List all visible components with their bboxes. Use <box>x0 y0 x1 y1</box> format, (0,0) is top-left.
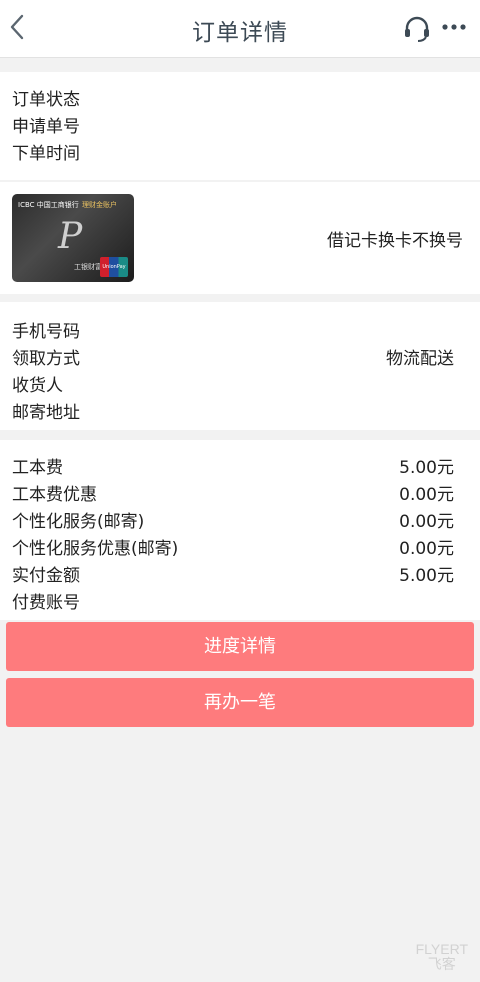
card-sub-text: 工银财富 <box>74 263 102 271</box>
fee-discount-value: 0.00元 <box>399 485 454 505</box>
card-tag: 理财金账户 <box>82 201 117 209</box>
fee-label: 工本费 <box>12 458 63 478</box>
delivery-method-label: 领取方式 <box>12 349 80 369</box>
bank-card-image: ICBC 中国工商银行 理财金账户 P 工银财富 UnionPay 银联 <box>12 194 134 282</box>
card-script-logo: P <box>58 216 83 257</box>
unionpay-logo: UnionPay 银联 <box>100 257 128 277</box>
more-dots-icon[interactable] <box>440 14 468 42</box>
delivery-method-value: 物流配送 <box>386 349 454 369</box>
fee-section: 工本费 5.00元 工本费优惠 0.00元 个性化服务(邮寄) 0.00元 个性… <box>0 440 480 620</box>
apply-again-button[interactable]: 再办一笔 <box>6 678 474 727</box>
flyert-watermark: FLYERT 飞客 <box>416 942 468 972</box>
payment-account-label: 付费账号 <box>12 593 80 613</box>
personal-service-discount-label: 个性化服务优惠(邮寄) <box>12 539 179 559</box>
recipient-label: 收货人 <box>12 376 63 396</box>
fee-value: 5.00元 <box>399 458 454 478</box>
nav-bar: 订单详情 <box>0 0 480 58</box>
order-status-label: 订单状态 <box>12 90 80 110</box>
watermark-line1: FLYERT <box>415 941 468 957</box>
card-description: 借记卡换卡不换号 <box>327 231 463 251</box>
delivery-section: 手机号码 领取方式 物流配送 收货人 邮寄地址 <box>0 302 480 430</box>
headset-icon[interactable] <box>402 14 432 44</box>
fee-discount-label: 工本费优惠 <box>12 485 97 505</box>
application-no-label: 申请单号 <box>12 117 80 137</box>
paid-amount-label: 实付金额 <box>12 566 80 586</box>
personal-service-value: 0.00元 <box>399 512 454 532</box>
paid-amount-value: 5.00元 <box>399 566 454 586</box>
address-label: 邮寄地址 <box>12 403 80 423</box>
personal-service-discount-value: 0.00元 <box>399 539 454 559</box>
phone-label: 手机号码 <box>12 322 80 342</box>
progress-details-button[interactable]: 进度详情 <box>6 622 474 671</box>
order-time-label: 下单时间 <box>12 144 80 164</box>
personal-service-label: 个性化服务(邮寄) <box>12 512 145 532</box>
card-bank-name: ICBC 中国工商银行 <box>18 201 79 209</box>
order-info-section: 订单状态 申请单号 下单时间 <box>0 72 480 180</box>
watermark-line2: 飞客 <box>427 956 456 972</box>
